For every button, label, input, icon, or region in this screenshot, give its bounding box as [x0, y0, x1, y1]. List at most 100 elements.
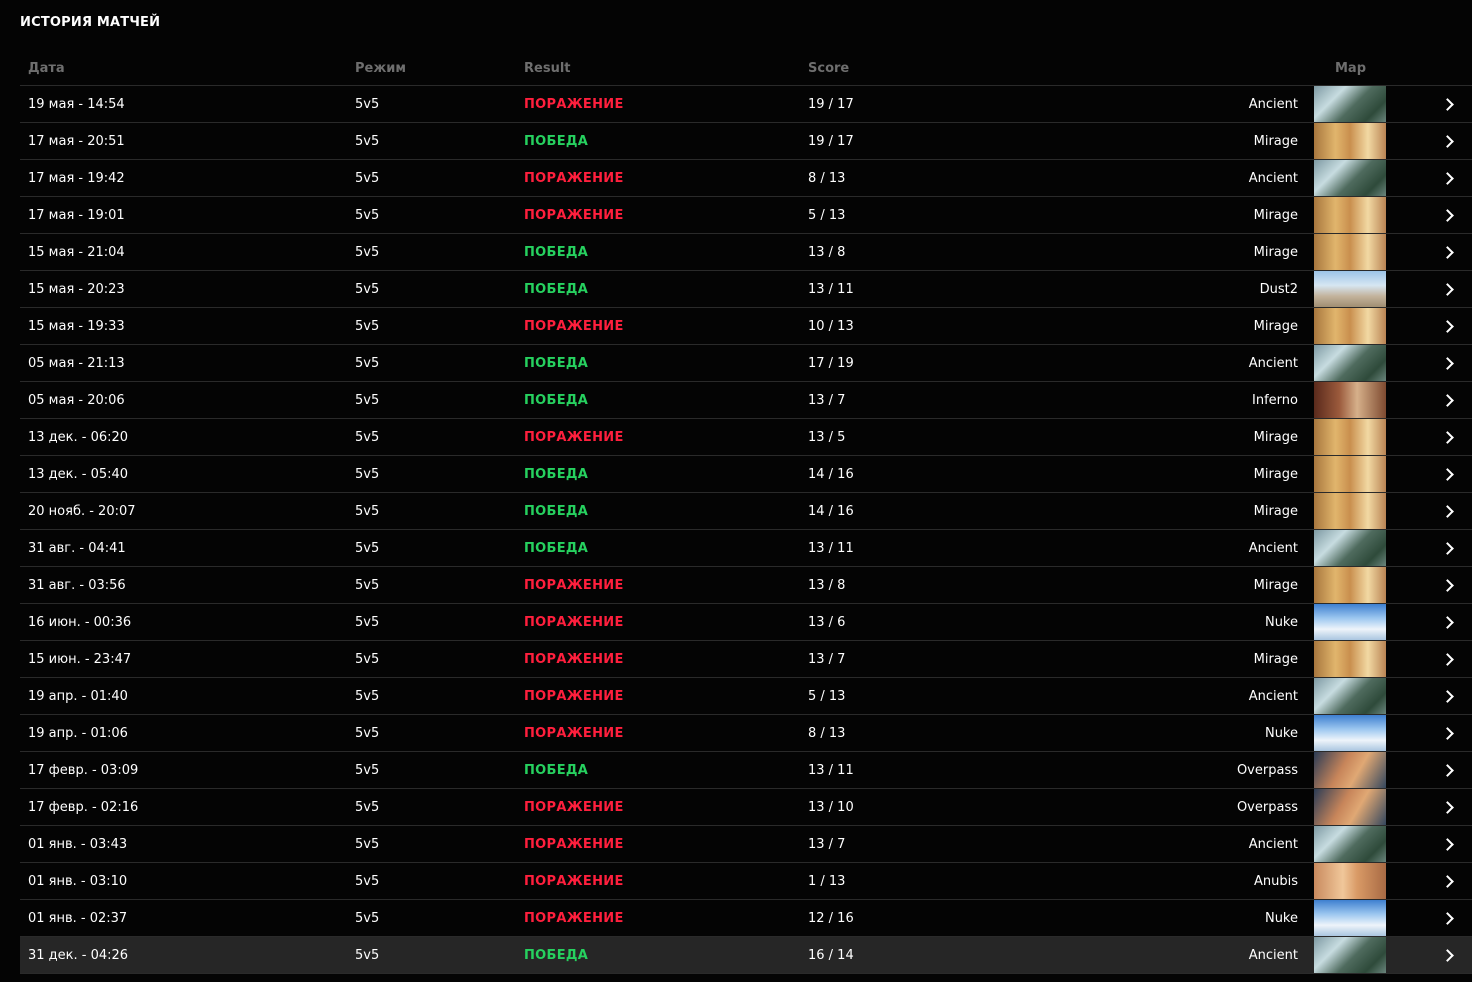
chevron-right-icon: [1441, 541, 1454, 555]
table-row[interactable]: 19 апр. - 01:06 5v5 ПОРАЖЕНИЕ 8 / 13 Nuk…: [20, 715, 1472, 752]
map-thumbnail: [1314, 530, 1386, 566]
match-result: ПОБЕДА: [524, 133, 589, 149]
map-name: Mirage: [1253, 577, 1298, 593]
map-name: Ancient: [1248, 836, 1298, 852]
table-row[interactable]: 20 нояб. - 20:07 5v5 ПОБЕДА 14 / 16 Mira…: [20, 493, 1472, 530]
row-details-button[interactable]: [1441, 382, 1456, 418]
row-details-button[interactable]: [1441, 86, 1456, 122]
chevron-right-icon: [1441, 430, 1454, 444]
match-result: ПОРАЖЕНИЕ: [524, 318, 624, 334]
table-row[interactable]: 13 дек. - 06:20 5v5 ПОРАЖЕНИЕ 13 / 5 Mir…: [20, 419, 1472, 456]
match-mode: 5v5: [355, 577, 380, 593]
row-details-button[interactable]: [1441, 234, 1456, 270]
match-date: 13 дек. - 05:40: [28, 466, 129, 482]
match-mode: 5v5: [355, 910, 380, 926]
map-thumbnail-image: [1314, 197, 1386, 233]
row-details-button[interactable]: [1441, 123, 1456, 159]
match-mode: 5v5: [355, 244, 380, 260]
row-details-button[interactable]: [1441, 863, 1456, 899]
column-header-mode[interactable]: Режим: [355, 48, 406, 87]
row-details-button[interactable]: [1441, 567, 1456, 603]
match-result: ПОРАЖЕНИЕ: [524, 836, 624, 852]
match-mode: 5v5: [355, 466, 380, 482]
map-thumbnail-image: [1314, 530, 1386, 566]
chevron-right-icon: [1441, 763, 1454, 777]
table-row[interactable]: 01 янв. - 02:37 5v5 ПОРАЖЕНИЕ 12 / 16 Nu…: [20, 900, 1472, 937]
table-row[interactable]: 17 мая - 19:01 5v5 ПОРАЖЕНИЕ 5 / 13 Mira…: [20, 197, 1472, 234]
row-details-button[interactable]: [1441, 493, 1456, 529]
match-mode: 5v5: [355, 873, 380, 889]
table-row[interactable]: 15 мая - 20:23 5v5 ПОБЕДА 13 / 11 Dust2: [20, 271, 1472, 308]
map-thumbnail-image: [1314, 382, 1386, 418]
map-name: Inferno: [1252, 392, 1298, 408]
map-thumbnail: [1314, 345, 1386, 381]
row-details-button[interactable]: [1441, 900, 1456, 936]
map-name: Mirage: [1253, 318, 1298, 334]
table-row[interactable]: 05 мая - 20:06 5v5 ПОБЕДА 13 / 7 Inferno: [20, 382, 1472, 419]
column-header-score[interactable]: Score: [808, 48, 849, 87]
match-result: ПОБЕДА: [524, 355, 589, 371]
chevron-right-icon: [1441, 726, 1454, 740]
table-row[interactable]: 05 мая - 21:13 5v5 ПОБЕДА 17 / 19 Ancien…: [20, 345, 1472, 382]
match-date: 31 дек. - 04:26: [28, 947, 129, 963]
table-row[interactable]: 01 янв. - 03:43 5v5 ПОРАЖЕНИЕ 13 / 7 Anc…: [20, 826, 1472, 863]
column-header-date[interactable]: Дата: [28, 48, 65, 87]
row-details-button[interactable]: [1441, 419, 1456, 455]
match-date: 17 мая - 20:51: [28, 133, 125, 149]
table-row[interactable]: 31 дек. - 04:26 5v5 ПОБЕДА 16 / 14 Ancie…: [20, 937, 1472, 974]
column-header-result[interactable]: Result: [524, 48, 571, 87]
table-row[interactable]: 17 мая - 19:42 5v5 ПОРАЖЕНИЕ 8 / 13 Anci…: [20, 160, 1472, 197]
row-details-button[interactable]: [1441, 641, 1456, 677]
match-date: 05 мая - 20:06: [28, 392, 125, 408]
table-row[interactable]: 15 июн. - 23:47 5v5 ПОРАЖЕНИЕ 13 / 7 Mir…: [20, 641, 1472, 678]
table-row[interactable]: 15 мая - 21:04 5v5 ПОБЕДА 13 / 8 Mirage: [20, 234, 1472, 271]
table-row[interactable]: 17 мая - 20:51 5v5 ПОБЕДА 19 / 17 Mirage: [20, 123, 1472, 160]
table-row[interactable]: 19 мая - 14:54 5v5 ПОРАЖЕНИЕ 19 / 17 Anc…: [20, 86, 1472, 123]
row-details-button[interactable]: [1441, 678, 1456, 714]
row-details-button[interactable]: [1441, 752, 1456, 788]
map-name: Ancient: [1248, 96, 1298, 112]
row-details-button[interactable]: [1441, 715, 1456, 751]
match-score: 13 / 11: [808, 762, 854, 778]
map-thumbnail: [1314, 271, 1386, 307]
row-details-button[interactable]: [1441, 308, 1456, 344]
row-details-button[interactable]: [1441, 937, 1456, 973]
table-row[interactable]: 13 дек. - 05:40 5v5 ПОБЕДА 14 / 16 Mirag…: [20, 456, 1472, 493]
match-result: ПОБЕДА: [524, 947, 589, 963]
column-header-map[interactable]: Map: [1335, 48, 1366, 87]
chevron-right-icon: [1441, 208, 1454, 222]
match-score: 12 / 16: [808, 910, 854, 926]
match-mode: 5v5: [355, 836, 380, 852]
match-score: 13 / 8: [808, 577, 846, 593]
table-row[interactable]: 19 апр. - 01:40 5v5 ПОРАЖЕНИЕ 5 / 13 Anc…: [20, 678, 1472, 715]
match-score: 13 / 5: [808, 429, 846, 445]
match-date: 17 февр. - 02:16: [28, 799, 139, 815]
row-details-button[interactable]: [1441, 345, 1456, 381]
map-thumbnail: [1314, 123, 1386, 159]
table-row[interactable]: 01 янв. - 03:10 5v5 ПОРАЖЕНИЕ 1 / 13 Anu…: [20, 863, 1472, 900]
match-score: 1 / 13: [808, 873, 846, 889]
row-details-button[interactable]: [1441, 456, 1456, 492]
match-date: 31 авг. - 04:41: [28, 540, 126, 556]
table-row[interactable]: 17 февр. - 03:09 5v5 ПОБЕДА 13 / 11 Over…: [20, 752, 1472, 789]
table-row[interactable]: 16 июн. - 00:36 5v5 ПОРАЖЕНИЕ 13 / 6 Nuk…: [20, 604, 1472, 641]
row-details-button[interactable]: [1441, 530, 1456, 566]
match-result: ПОРАЖЕНИЕ: [524, 873, 624, 889]
table-row[interactable]: 31 авг. - 04:41 5v5 ПОБЕДА 13 / 11 Ancie…: [20, 530, 1472, 567]
table-row[interactable]: 17 февр. - 02:16 5v5 ПОРАЖЕНИЕ 13 / 10 O…: [20, 789, 1472, 826]
table-row[interactable]: 31 авг. - 03:56 5v5 ПОРАЖЕНИЕ 13 / 8 Mir…: [20, 567, 1472, 604]
page-title: ИСТОРИЯ МАТЧЕЙ: [20, 15, 161, 30]
row-details-button[interactable]: [1441, 271, 1456, 307]
row-details-button[interactable]: [1441, 604, 1456, 640]
match-date: 19 апр. - 01:06: [28, 725, 128, 741]
row-details-button[interactable]: [1441, 826, 1456, 862]
match-score: 13 / 7: [808, 392, 846, 408]
map-thumbnail-image: [1314, 160, 1386, 196]
row-details-button[interactable]: [1441, 789, 1456, 825]
row-details-button[interactable]: [1441, 197, 1456, 233]
match-mode: 5v5: [355, 614, 380, 630]
table-row[interactable]: 15 мая - 19:33 5v5 ПОРАЖЕНИЕ 10 / 13 Mir…: [20, 308, 1472, 345]
row-details-button[interactable]: [1441, 160, 1456, 196]
match-result: ПОРАЖЕНИЕ: [524, 429, 624, 445]
chevron-right-icon: [1441, 504, 1454, 518]
